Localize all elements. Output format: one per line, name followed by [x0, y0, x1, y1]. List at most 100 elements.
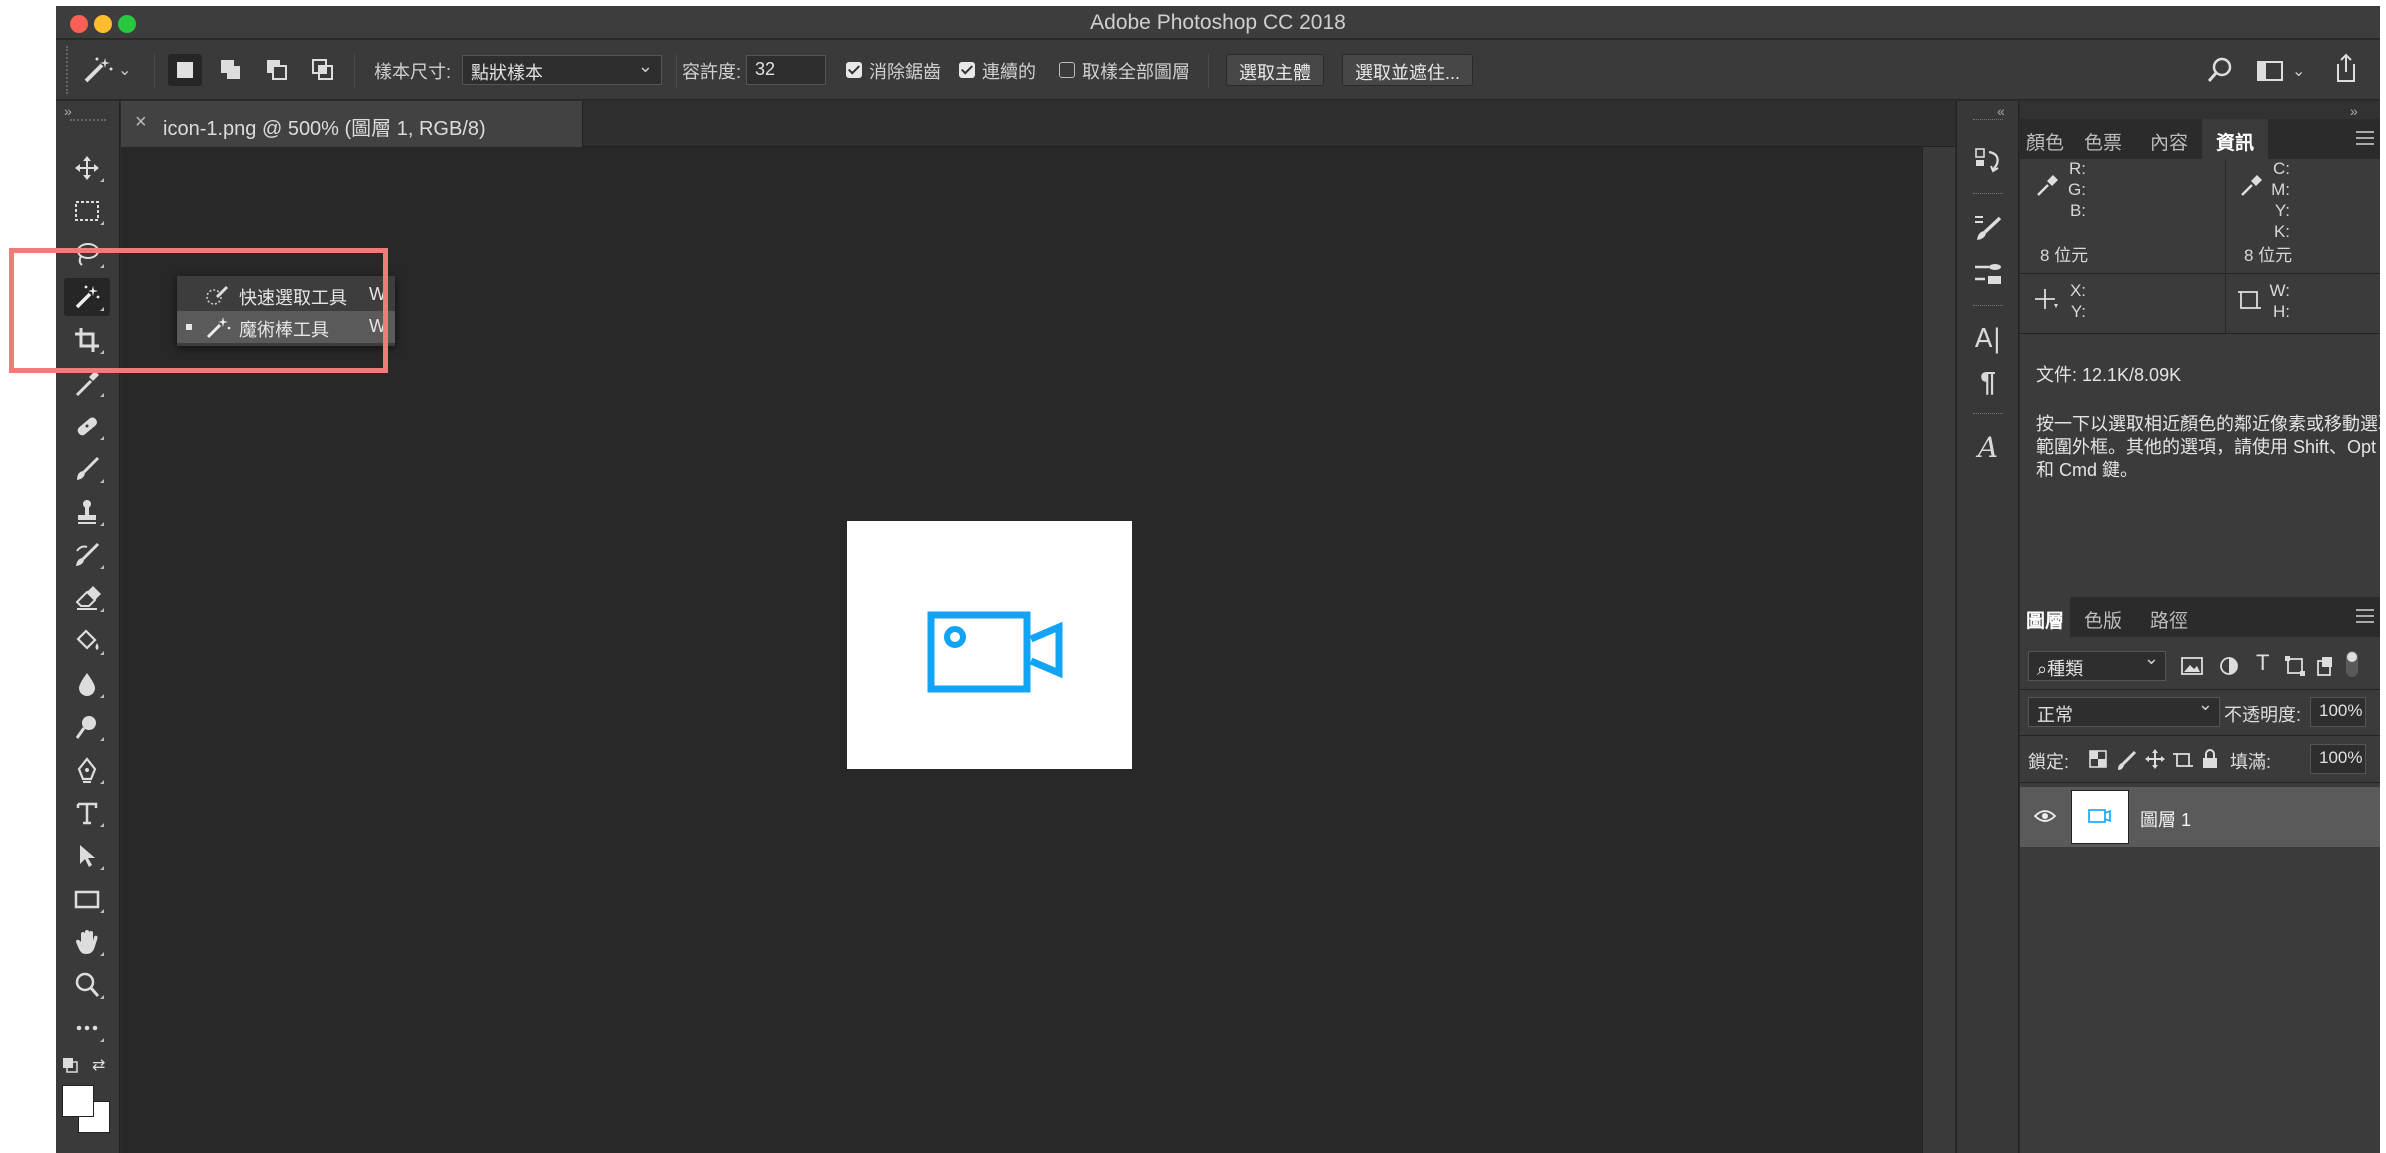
divider: [2225, 159, 2226, 279]
hand-tool[interactable]: [64, 923, 110, 961]
blend-mode-select[interactable]: 正常: [2028, 694, 2220, 727]
type-tool[interactable]: [64, 794, 110, 832]
brush-settings-icon: [1975, 216, 2002, 240]
blur-tool[interactable]: [64, 665, 110, 703]
select-subject-button[interactable]: 選取主體: [1226, 54, 1324, 86]
dodge-tool[interactable]: [64, 708, 110, 746]
more-icon: [76, 1025, 98, 1031]
layer-row[interactable]: 圖層 1: [2020, 787, 2380, 847]
shape-filter-icon[interactable]: [2284, 655, 2306, 677]
panel-menu-icon[interactable]: [2356, 609, 2374, 623]
eraser-tool[interactable]: [64, 579, 110, 617]
history-brush-tool[interactable]: [64, 536, 110, 574]
sample-size-select[interactable]: 點狀樣本 ⌄: [462, 55, 662, 85]
path-selection-tool[interactable]: [64, 837, 110, 875]
layers-panel-tabs: 圖層 色版 路徑: [2020, 597, 2380, 637]
rectangle-tool[interactable]: [64, 880, 110, 918]
sample-size-label: 樣本尺寸:: [374, 62, 452, 82]
subtract-from-selection-button[interactable]: [260, 54, 294, 86]
chevron-down-icon: ⌄: [118, 62, 132, 79]
new-selection-button[interactable]: [168, 54, 202, 86]
dock-grip[interactable]: [1973, 119, 2003, 121]
info-panel-tabs: 顏色 色票 內容 資訊: [2020, 119, 2380, 159]
workspace-icon: [2257, 61, 2283, 81]
clone-stamp-tool[interactable]: [64, 493, 110, 531]
contiguous-checkbox[interactable]: [959, 62, 975, 78]
brushes-icon: [1975, 264, 2001, 284]
toolbar-grip[interactable]: [70, 119, 106, 121]
tab-paths[interactable]: 路徑: [2136, 597, 2202, 637]
tool-preset-picker[interactable]: ⌄: [82, 54, 140, 86]
tab-properties[interactable]: 內容: [2136, 119, 2202, 159]
opacity-input[interactable]: 100%: [2310, 697, 2366, 727]
vertical-scrollbar[interactable]: [1922, 147, 1955, 1153]
tab-color[interactable]: 顏色: [2020, 119, 2070, 159]
info-bits-right: 8 位元: [2244, 246, 2293, 265]
paragraph-panel-button[interactable]: ¶: [1969, 364, 2007, 400]
zoom-tool[interactable]: [64, 966, 110, 1004]
rectangular-marquee-tool[interactable]: [64, 192, 110, 230]
character-panel-button[interactable]: A|: [1969, 321, 2007, 357]
smart-object-filter-icon[interactable]: [2314, 655, 2336, 677]
expand-panels-icon[interactable]: »: [2350, 103, 2358, 119]
default-colors-button[interactable]: [62, 1057, 78, 1073]
foreground-color-swatch[interactable]: [62, 1085, 94, 1117]
right-panels: » 顏色 色票 內容 資訊 R: G: B: C: M: Y: K: 8 位元 …: [2020, 101, 2380, 1153]
lock-transparency-icon[interactable]: [2088, 749, 2108, 769]
healing-brush-tool[interactable]: [64, 407, 110, 445]
divider: [2020, 735, 2380, 736]
move-tool[interactable]: [64, 149, 110, 187]
layer-filter-select[interactable]: ⌕種類: [2028, 648, 2166, 681]
history-panel-button[interactable]: [1969, 143, 2007, 179]
filter-toggle[interactable]: [2346, 651, 2358, 677]
anti-alias-label: 消除鋸齒: [869, 62, 941, 82]
brush-tool[interactable]: [64, 450, 110, 488]
panel-menu-icon[interactable]: [2356, 131, 2374, 145]
workspace-switcher[interactable]: ⌄: [2256, 56, 2316, 86]
expand-toolbar-icon[interactable]: »: [64, 103, 72, 119]
fill-input[interactable]: 100%: [2310, 744, 2366, 774]
edit-toolbar-button[interactable]: [64, 1009, 110, 1047]
glyphs-panel-button[interactable]: A: [1969, 429, 2007, 465]
lock-pixels-icon[interactable]: [2116, 749, 2138, 771]
share-button[interactable]: [2332, 52, 2362, 86]
lock-all-icon[interactable]: [2200, 748, 2220, 770]
history-brush-icon: [76, 542, 100, 566]
document-canvas[interactable]: [847, 521, 1132, 769]
annotation-highlight-box: [9, 248, 388, 373]
video-camera-icon: [927, 611, 1063, 693]
eye-icon[interactable]: [2034, 808, 2056, 824]
collapse-dock-icon[interactable]: «: [1997, 103, 2005, 119]
lock-artboard-icon[interactable]: [2172, 749, 2194, 771]
document-tab[interactable]: × icon-1.png @ 500% (圖層 1, RGB/8): [121, 101, 583, 147]
tab-layers[interactable]: 圖層: [2020, 597, 2070, 637]
add-to-selection-button[interactable]: [214, 54, 248, 86]
tab-info[interactable]: 資訊: [2202, 119, 2268, 159]
sample-all-layers-checkbox[interactable]: [1059, 62, 1075, 78]
pen-tool[interactable]: [64, 751, 110, 789]
type-filter-icon[interactable]: T: [2256, 650, 2269, 676]
app-title: Adobe Photoshop CC 2018: [1090, 11, 1346, 34]
character-icon: A|: [1974, 324, 2002, 354]
bandage-icon: [77, 417, 98, 436]
options-bar-grip[interactable]: [66, 46, 70, 94]
anti-alias-checkbox[interactable]: [846, 62, 862, 78]
close-tab-icon[interactable]: ×: [135, 111, 147, 134]
document-tab-bar: × icon-1.png @ 500% (圖層 1, RGB/8): [121, 101, 1955, 147]
brush-settings-button[interactable]: [1969, 209, 2007, 245]
intersect-selection-button[interactable]: [306, 54, 340, 86]
brushes-panel-button[interactable]: [1969, 257, 2007, 293]
select-and-mask-button[interactable]: 選取並遮住...: [1342, 54, 1474, 86]
paint-bucket-tool[interactable]: [64, 622, 110, 660]
lock-position-icon[interactable]: [2144, 748, 2166, 770]
adjustment-filter-icon[interactable]: [2218, 655, 2240, 677]
tolerance-input[interactable]: 32: [746, 55, 826, 85]
history-icon: [1975, 148, 1999, 173]
tab-swatches[interactable]: 色票: [2070, 119, 2136, 159]
sample-all-layers-label: 取樣全部圖層: [1082, 62, 1190, 82]
swap-colors-icon[interactable]: ⇄: [92, 1055, 110, 1074]
image-filter-icon[interactable]: [2180, 655, 2204, 677]
tab-channels[interactable]: 色版: [2070, 597, 2136, 637]
collapsed-panel-dock: « A| ¶ A: [1956, 101, 2019, 1153]
search-button[interactable]: [2206, 56, 2236, 86]
